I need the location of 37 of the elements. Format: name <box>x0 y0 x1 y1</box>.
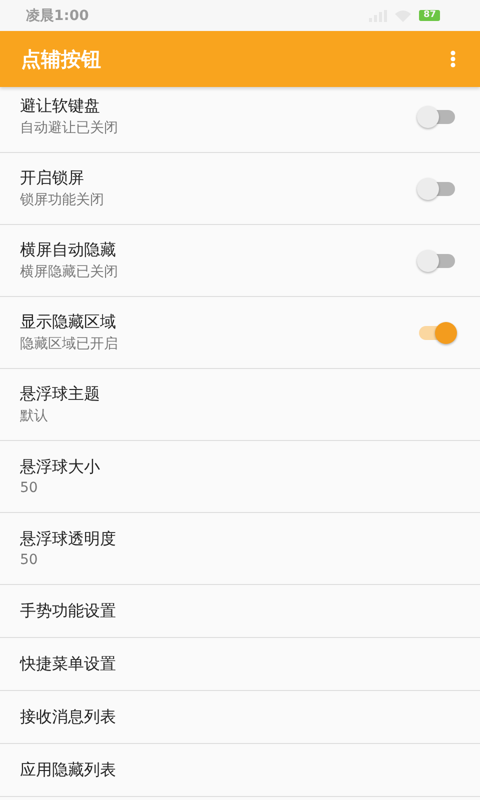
settings-item[interactable]: 悬浮球透明度 50 <box>0 513 480 585</box>
setting-title: 显示隐藏区域 <box>20 312 117 333</box>
settings-item[interactable]: 接收消息列表 <box>0 691 480 744</box>
setting-summary: 横屏隐藏已关闭 <box>20 263 118 281</box>
settings-item[interactable]: 开启锁屏 锁屏功能关闭 <box>0 153 480 225</box>
setting-title: 开启锁屏 <box>20 168 85 189</box>
setting-title: 手势功能设置 <box>20 600 116 622</box>
settings-item[interactable]: 悬浮球大小 50 <box>0 441 480 513</box>
setting-title: 悬浮球透明度 <box>20 529 116 550</box>
toggle-switch[interactable] <box>417 106 457 128</box>
battery-level: 87 <box>419 10 440 21</box>
setting-title: 避让软键盘 <box>20 96 101 117</box>
settings-item[interactable]: 快捷菜单设置 <box>0 638 480 691</box>
setting-summary: 隐藏区域已开启 <box>20 335 118 353</box>
setting-title: 悬浮球主题 <box>20 384 100 405</box>
setting-summary: 50 <box>20 552 39 568</box>
setting-summary: 50 <box>20 480 39 496</box>
setting-title: 应用隐藏列表 <box>20 760 116 780</box>
settings-item[interactable]: 显示隐藏区域 隐藏区域已开启 <box>0 297 480 369</box>
settings-item[interactable]: 手势功能设置 <box>0 585 480 638</box>
status-time: 凌晨1:00 <box>26 6 89 24</box>
settings-item[interactable]: 避让软键盘 自动避让已关闭 <box>0 87 480 153</box>
app-title: 点辅按钮 <box>21 46 101 72</box>
setting-title: 悬浮球大小 <box>20 457 100 478</box>
setting-summary: 自动避让已关闭 <box>20 119 118 137</box>
settings-item[interactable]: 应用隐藏列表 <box>0 744 480 797</box>
settings-item[interactable]: 悬浮球主题 默认 <box>0 369 480 441</box>
toggle-switch[interactable] <box>417 322 457 344</box>
settings-item[interactable]: 横屏自动隐藏 横屏隐藏已关闭 <box>0 225 480 297</box>
setting-title: 横屏自动隐藏 <box>20 240 117 261</box>
setting-title: 接收消息列表 <box>20 706 116 728</box>
more-options-icon[interactable] <box>450 50 456 68</box>
toggle-switch[interactable] <box>417 178 457 200</box>
setting-title: 快捷菜单设置 <box>20 654 116 674</box>
setting-summary: 锁屏功能关闭 <box>20 191 104 209</box>
setting-summary: 默认 <box>20 407 49 425</box>
toggle-switch[interactable] <box>417 250 457 272</box>
